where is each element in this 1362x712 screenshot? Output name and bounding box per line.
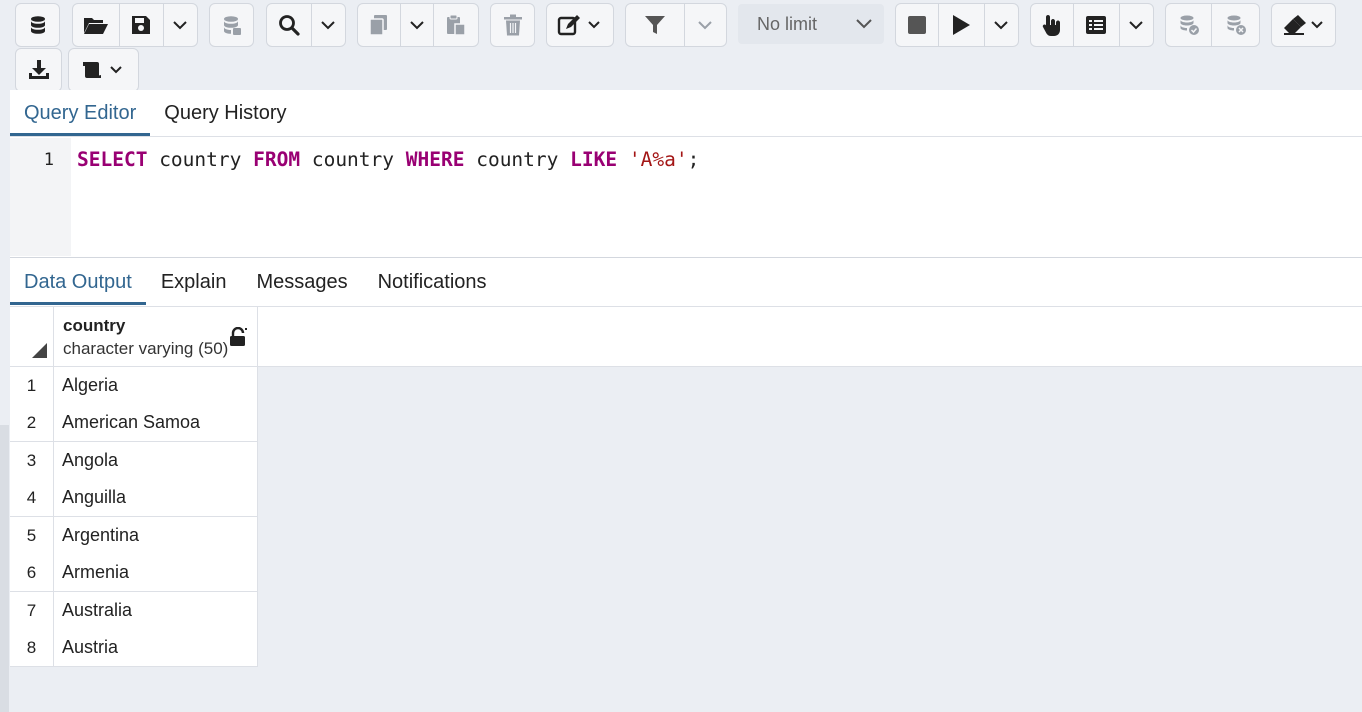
- row-number: 5: [10, 517, 54, 554]
- sql-text: country: [300, 148, 406, 171]
- cell-country[interactable]: Argentina: [54, 517, 258, 554]
- cell-country[interactable]: American Samoa: [54, 404, 258, 441]
- macro-group: [68, 48, 139, 92]
- column-type: character varying (50): [63, 339, 229, 358]
- clear-group: [1271, 3, 1336, 47]
- eraser-icon[interactable]: [1272, 4, 1335, 46]
- tab-query-history[interactable]: Query History: [150, 90, 300, 136]
- stop-icon[interactable]: [896, 4, 940, 46]
- table-row[interactable]: 2 American Samoa: [10, 404, 258, 442]
- chevron-down-icon[interactable]: [164, 4, 197, 46]
- editor-tabs: Query Editor Query History: [10, 90, 301, 136]
- clipboard-group: [357, 3, 479, 47]
- table-row[interactable]: 4 Anguilla: [10, 479, 258, 517]
- sql-text: ;: [687, 148, 700, 171]
- filter-group: [625, 3, 727, 47]
- play-icon[interactable]: [939, 4, 985, 46]
- chevron-down-icon[interactable]: [312, 4, 345, 46]
- tab-notifications[interactable]: Notifications: [363, 259, 502, 305]
- edit-icon[interactable]: [547, 4, 613, 46]
- select-all-triangle-icon: [32, 343, 47, 358]
- sql-editor[interactable]: SELECT country FROM country WHERE countr…: [77, 148, 699, 171]
- find-group: [266, 3, 346, 47]
- row-number: 2: [10, 404, 54, 441]
- folder-open-icon[interactable]: [73, 4, 121, 46]
- download-group: [15, 48, 62, 92]
- row-limit-select[interactable]: No limit: [738, 4, 884, 44]
- cell-country[interactable]: Angola: [54, 442, 258, 479]
- cell-country[interactable]: Austria: [54, 629, 258, 666]
- lock-icon: [230, 327, 247, 346]
- trash-icon[interactable]: [491, 4, 534, 46]
- sql-keyword: FROM: [253, 148, 301, 171]
- delete-group: [490, 3, 535, 47]
- table-row[interactable]: 5 Argentina: [10, 517, 258, 555]
- row-number: 8: [10, 629, 54, 666]
- search-icon[interactable]: [267, 4, 312, 46]
- save-icon[interactable]: [120, 4, 164, 46]
- sql-text: country: [464, 148, 571, 171]
- chevron-down-icon[interactable]: [401, 4, 434, 46]
- hand-pointer-icon[interactable]: [1031, 4, 1075, 46]
- file-group: [72, 3, 198, 47]
- table-row[interactable]: 8 Austria: [10, 629, 258, 667]
- chevron-down-icon[interactable]: [985, 4, 1018, 46]
- main-toolbar: No limit: [0, 0, 1362, 92]
- cell-country[interactable]: Algeria: [54, 367, 258, 404]
- server-group: [209, 3, 254, 47]
- line-number: 1: [43, 150, 54, 170]
- table-row[interactable]: 7 Australia: [10, 592, 258, 630]
- filter-icon[interactable]: [626, 4, 685, 46]
- row-number: 4: [10, 479, 54, 516]
- divider: [10, 136, 1362, 137]
- table-row[interactable]: 1 Algeria: [10, 367, 258, 405]
- macro-icon[interactable]: [69, 49, 138, 91]
- rollback-icon[interactable]: [1212, 4, 1259, 46]
- row-number: 7: [10, 592, 54, 629]
- sql-string: 'A%a': [628, 148, 688, 171]
- row-limit-value: No limit: [757, 13, 818, 34]
- chevron-down-icon[interactable]: [1120, 4, 1153, 46]
- tab-query-editor[interactable]: Query Editor: [10, 90, 151, 136]
- column-header-country[interactable]: country character varying (50): [54, 307, 258, 367]
- commit-icon[interactable]: [1166, 4, 1213, 46]
- column-name: country: [63, 316, 126, 335]
- row-number: 3: [10, 442, 54, 479]
- sql-text: country: [147, 148, 254, 171]
- explain-group: [1030, 3, 1154, 47]
- cell-country[interactable]: Australia: [54, 592, 258, 629]
- sql-keyword: WHERE: [405, 148, 465, 171]
- sql-keyword: SELECT: [77, 148, 148, 171]
- output-tabs: Data Output Explain Messages Notificatio…: [10, 259, 502, 305]
- cell-country[interactable]: Armenia: [54, 554, 258, 591]
- database-stack-icon[interactable]: [210, 4, 253, 46]
- download-icon[interactable]: [16, 49, 61, 91]
- database-icon[interactable]: [16, 4, 59, 46]
- paste-icon[interactable]: [434, 4, 478, 46]
- transaction-group: [1165, 3, 1260, 47]
- row-number: 6: [10, 554, 54, 591]
- tab-messages[interactable]: Messages: [241, 259, 362, 305]
- tab-data-output[interactable]: Data Output: [10, 259, 146, 305]
- tab-explain[interactable]: Explain: [146, 259, 242, 305]
- row-number: 1: [10, 367, 54, 404]
- sql-keyword: LIKE: [570, 148, 618, 171]
- chevron-down-icon[interactable]: [685, 4, 726, 46]
- table-row[interactable]: 6 Armenia: [10, 554, 258, 592]
- object-explorer-group: [15, 3, 60, 47]
- select-all-corner[interactable]: [10, 307, 54, 367]
- cell-country[interactable]: Anguilla: [54, 479, 258, 516]
- chevron-down-icon: [856, 19, 872, 29]
- edit-group: [546, 3, 614, 47]
- execute-group: [895, 3, 1019, 47]
- list-icon[interactable]: [1074, 4, 1120, 46]
- left-scrollbar[interactable]: [0, 425, 9, 712]
- table-row[interactable]: 3 Angola: [10, 442, 258, 480]
- copy-icon[interactable]: [358, 4, 402, 46]
